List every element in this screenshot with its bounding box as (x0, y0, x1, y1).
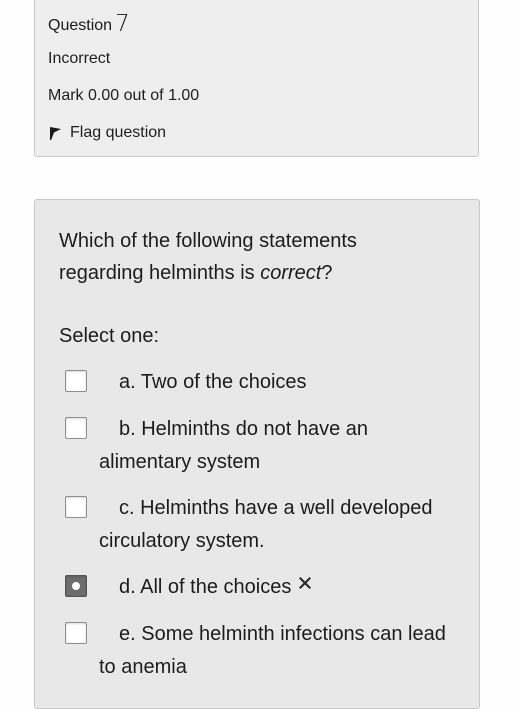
question-number: 7 (115, 11, 130, 37)
choice-a-checkbox[interactable] (65, 370, 87, 392)
question-label: Question (48, 17, 113, 34)
choice-b-label: b. Helminths do not have an alimentary s… (99, 418, 369, 473)
choice-d-label: d. All of the choices (119, 576, 292, 598)
question-content-panel: Which of the following statements regard… (34, 199, 480, 709)
choice-d-radio-selected[interactable] (65, 575, 87, 597)
choice-e-checkbox[interactable] (65, 622, 87, 644)
grading-status: Incorrect (48, 50, 111, 67)
select-one-label: Select one: (59, 325, 160, 347)
question-text-end: ? (321, 262, 333, 284)
flag-question-link[interactable]: Flag question (48, 124, 166, 142)
question-text: Which of the following statements regard… (59, 225, 439, 289)
choice-c-label: c. Helminths have a well developed circu… (99, 497, 433, 552)
answer-choice-c[interactable]: c. Helminths have a well developed circu… (65, 492, 455, 558)
question-heading: Question 7 (48, 10, 130, 37)
flag-question-label: Flag question (70, 124, 167, 141)
answer-choice-d[interactable]: d. All of the choices (65, 571, 455, 604)
answer-choice-b[interactable]: b. Helminths do not have an alimentary s… (65, 413, 455, 479)
question-info-panel: Question 7 Incorrect Mark 0.00 out of 1.0… (34, 0, 479, 157)
answer-choice-a[interactable]: a. Two of the choices (65, 366, 455, 399)
choice-a-label: a. Two of the choices (119, 371, 307, 393)
answer-choice-e[interactable]: e. Some helminth infections can lead to … (65, 618, 455, 684)
grade-mark: Mark 0.00 out of 1.00 (48, 87, 200, 104)
choice-e-label: e. Some helminth infections can lead to … (99, 623, 446, 678)
question-text-emphasis: correct (260, 262, 322, 284)
choice-d-row: d. All of the choices (65, 571, 455, 604)
flag-icon (50, 126, 61, 140)
choice-b-checkbox[interactable] (65, 417, 87, 439)
choice-c-checkbox[interactable] (65, 496, 87, 518)
incorrect-x-icon (297, 569, 313, 602)
